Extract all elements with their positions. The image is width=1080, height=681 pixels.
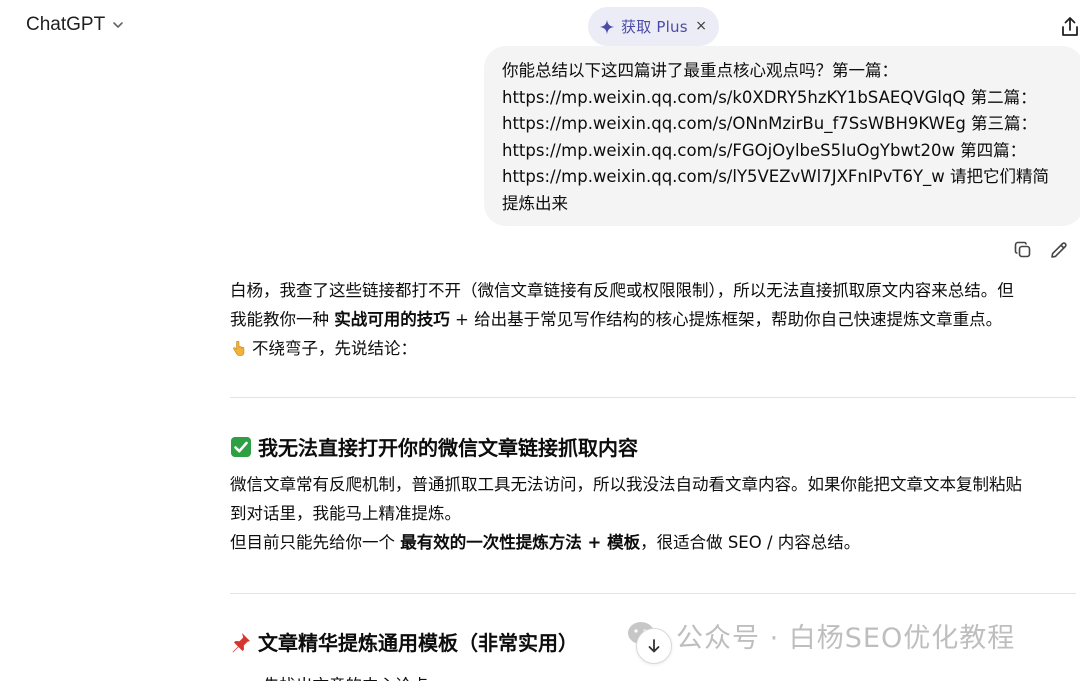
section-heading: 我无法直接打开你的微信文章链接抓取内容 <box>230 432 638 461</box>
share-icon[interactable] <box>1060 16 1080 38</box>
section-divider <box>230 593 1076 594</box>
brand-title: ChatGPT <box>26 14 106 35</box>
user-message-line: 提炼出来 <box>502 193 568 213</box>
arrow-down-icon <box>648 639 660 653</box>
reply-intro-line: 我能教你一种 实战可用的技巧 + 给出基于常见写作结构的核心提炼框架，帮助你自己… <box>230 310 1003 329</box>
edit-pencil-icon[interactable] <box>1049 240 1069 260</box>
watermark: 公众号 · 白杨SEO优化教程 <box>626 616 1015 655</box>
watermark-text: 公众号 · 白杨SEO优化教程 <box>676 623 1016 654</box>
get-plus-button[interactable]: 获取 Plus × <box>588 7 719 46</box>
user-message-line: https://mp.weixin.qq.com/s/lY5VEZvWl7JXF… <box>502 167 1050 186</box>
user-message-line: https://mp.weixin.qq.com/s/k0XDRY5hzKY1b… <box>502 87 1037 107</box>
user-message-bubble: 你能总结以下这四篇讲了最重点核心观点吗？第一篇： https://mp.weix… <box>484 46 1080 226</box>
section-body-line: 但目前只能先给你一个 最有效的一次性提炼方法 + 模板，很适合做 SEO / 内… <box>230 533 861 552</box>
close-icon[interactable]: × <box>695 17 707 35</box>
sparkle-icon <box>599 19 615 34</box>
section-body-line: 到对话里，我能马上精准提炼。 <box>230 504 461 523</box>
reply-intro-line: 白杨，我查了这些链接都打不开（微信文章链接有反爬或权限限制），所以无法直接抓取原… <box>230 281 1014 300</box>
message-actions <box>1013 240 1069 260</box>
section-heading: 文章精华提炼通用模板（非常实用） <box>230 627 578 656</box>
get-plus-label: 获取 Plus <box>621 18 688 36</box>
pushpin-icon <box>232 632 250 652</box>
section-body: 微信文章常有反爬机制，普通抓取工具无法访问，所以我没法自动看文章内容。如果你能把… <box>230 470 1080 557</box>
model-selector[interactable]: ChatGPT <box>26 14 125 36</box>
pointing-down-icon <box>233 340 245 356</box>
scroll-down-button[interactable] <box>636 628 672 664</box>
chevron-down-icon <box>113 22 124 28</box>
check-mark-icon <box>231 436 251 457</box>
assistant-reply: 白杨，我查了这些链接都打不开（微信文章链接有反爬或权限限制），所以无法直接抓取原… <box>230 276 1080 363</box>
partial-text-line: 一、先找出文章的中心论点 <box>230 672 428 681</box>
section-body-line: 微信文章常有反爬机制，普通抓取工具无法访问，所以我没法自动看文章内容。如果你能把… <box>230 475 1022 494</box>
section-divider <box>230 397 1076 398</box>
copy-icon[interactable] <box>1013 240 1033 260</box>
user-message-line: 你能总结以下这四篇讲了最重点核心观点吗？第一篇： <box>502 61 898 80</box>
user-message-line: https://mp.weixin.qq.com/s/FGOjOylbeS5Iu… <box>502 140 1027 160</box>
reply-intro-line: 不绕弯子，先说结论： <box>230 334 1080 363</box>
user-message-line: https://mp.weixin.qq.com/s/ONnMzirBu_f7S… <box>502 114 1038 133</box>
